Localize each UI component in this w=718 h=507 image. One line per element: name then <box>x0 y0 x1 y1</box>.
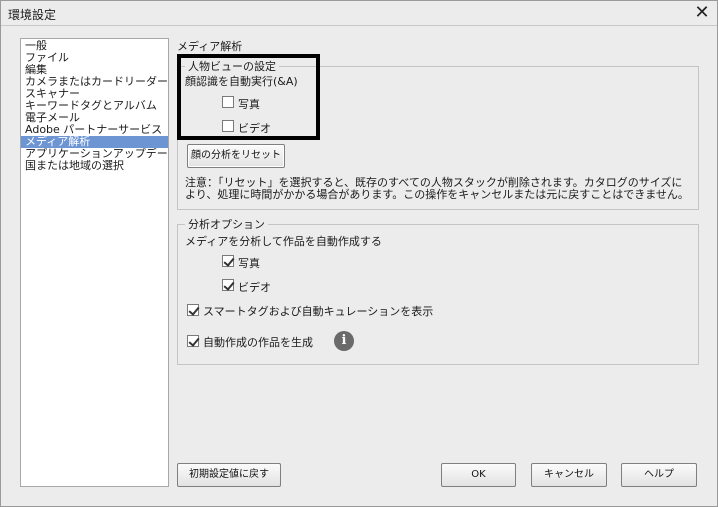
auto-create-label: メディアを分析して作品を自動作成する <box>185 235 382 248</box>
category-item[interactable]: 電子メール <box>21 112 168 124</box>
help-button[interactable]: ヘルプ <box>621 463 697 487</box>
category-item[interactable]: メディア解析 <box>21 136 168 148</box>
cancel-button[interactable]: キャンセル <box>531 463 607 487</box>
category-item[interactable]: 国または地域の選択 <box>21 160 168 172</box>
window-title: 環境設定 <box>8 8 57 22</box>
reset-face-analysis-button[interactable]: 顔の分析をリセット <box>187 144 285 168</box>
category-item[interactable]: 一般 <box>21 40 168 52</box>
category-item[interactable]: ファイル <box>21 52 168 64</box>
people-photo-label: 写真 <box>238 98 260 111</box>
analysis-video-label: ビデオ <box>238 281 271 294</box>
reset-defaults-button[interactable]: 初期設定値に戻す <box>177 463 281 487</box>
close-icon[interactable]: ✕ <box>691 2 713 24</box>
smart-tags-checkbox[interactable] <box>187 304 199 316</box>
category-item[interactable]: Adobe パートナーサービス <box>21 124 168 136</box>
category-item[interactable]: 編集 <box>21 64 168 76</box>
ok-button[interactable]: OK <box>441 463 516 487</box>
analysis-photo-checkbox[interactable] <box>222 255 234 267</box>
info-icon[interactable]: i <box>334 331 354 351</box>
reset-note: 注意：「リセット」を選択すると、既存のすべての人物スタックが削除されます。カタロ… <box>185 176 689 201</box>
analysis-options-legend: 分析オプション <box>185 218 268 231</box>
preferences-dialog: 環境設定 ✕ 一般 ファイル 編集 カメラまたはカードリーダー スキャナー キーワードタグ… <box>0 0 718 507</box>
category-item[interactable]: キーワードタグとアルバム <box>21 100 168 112</box>
generate-auto-creations-label: 自動作成の作品を生成 <box>203 336 313 349</box>
category-item[interactable]: カメラまたはカードリーダー <box>21 76 168 88</box>
category-item[interactable]: スキャナー <box>21 88 168 100</box>
people-photo-checkbox[interactable] <box>222 96 234 108</box>
category-list: 一般 ファイル 編集 カメラまたはカードリーダー スキャナー キーワードタグとアルバム 電子… <box>20 38 169 487</box>
section-title: メディア解析 <box>177 40 243 53</box>
generate-auto-creations-checkbox[interactable] <box>187 335 199 347</box>
auto-run-label: 顔認識を自動実行(&A) <box>185 75 298 88</box>
category-item[interactable]: アプリケーションアップデート <box>21 148 168 160</box>
title-bar: 環境設定 ✕ <box>1 1 717 26</box>
analysis-photo-label: 写真 <box>238 257 260 270</box>
people-view-legend: 人物ビューの設定 <box>185 60 279 73</box>
people-video-label: ビデオ <box>238 122 271 135</box>
analysis-video-checkbox[interactable] <box>222 279 234 291</box>
smart-tags-label: スマートタグおよび自動キュレーションを表示 <box>203 305 434 318</box>
people-video-checkbox[interactable] <box>222 120 234 132</box>
